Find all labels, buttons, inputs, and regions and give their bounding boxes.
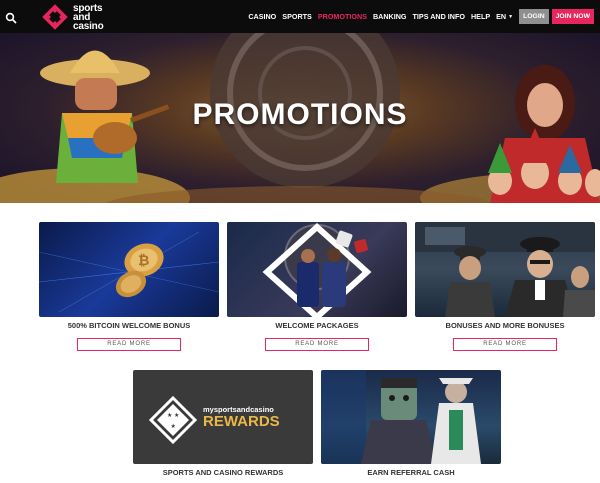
top-navbar: sports and casino CASINO SPORTS PROMOTIO… (0, 0, 600, 33)
hero-banner: PROMOTIONS (0, 33, 600, 203)
search-icon[interactable] (5, 11, 17, 24)
nav-casino[interactable]: CASINO (248, 12, 276, 21)
rewards-big-text: REWARDS (203, 413, 280, 430)
logo-wordmark: sports and casino (73, 2, 104, 32)
read-more-button[interactable]: READ MORE (453, 338, 557, 351)
page-title: PROMOTIONS (192, 98, 408, 131)
site-logo[interactable]: sports and casino (41, 2, 104, 32)
nav-promotions[interactable]: PROMOTIONS (318, 12, 367, 21)
read-more-button[interactable]: READ MORE (265, 338, 369, 351)
promo-image-rewards[interactable]: ★ ★ ★ mysportsandcasino REWARDS (133, 370, 313, 464)
nav-banking[interactable]: BANKING (373, 12, 407, 21)
monster-character-icon (321, 370, 481, 464)
language-label: EN (496, 12, 507, 21)
gangster-characters-icon (415, 222, 595, 317)
promo-image-bonuses[interactable] (415, 222, 595, 317)
language-selector[interactable]: EN ▼ (496, 12, 513, 21)
promo-image-bitcoin-bonus[interactable]: ₿ (39, 222, 219, 317)
promo-title-bonuses: BONUSES AND MORE BONUSES (445, 321, 565, 330)
main-nav: CASINO SPORTS PROMOTIONS BANKING TIPS AN… (248, 0, 600, 33)
login-button[interactable]: LOGIN (519, 9, 549, 24)
promo-title-welcome-packages: WELCOME PACKAGES (275, 321, 359, 330)
promo-title-bitcoin-bonus: 500% BITCOIN WELCOME BONUS (67, 321, 191, 330)
logo-dice-icon (42, 4, 68, 30)
nav-sports[interactable]: SPORTS (282, 12, 312, 21)
svg-text:₿: ₿ (138, 253, 149, 269)
nav-tips-and-info[interactable]: TIPS AND INFO (413, 12, 465, 21)
promo-image-referral[interactable] (321, 370, 501, 464)
svg-text:★: ★ (167, 412, 172, 419)
promo-title-referral: EARN REFERRAL CASH (367, 468, 455, 477)
promo-image-welcome-packages[interactable] (227, 222, 407, 317)
read-more-button[interactable]: READ MORE (77, 338, 181, 351)
bitcoin-coins-icon: ₿ (39, 231, 219, 313)
nav-help[interactable]: HELP (471, 12, 490, 21)
svg-text:★: ★ (174, 412, 179, 419)
join-now-button[interactable]: JOIN NOW (551, 9, 594, 24)
chevron-down-icon: ▼ (508, 13, 514, 20)
sports-players-icon (262, 222, 372, 317)
svg-text:★: ★ (171, 423, 176, 430)
promo-title-rewards: SPORTS AND CASINO REWARDS (162, 468, 284, 477)
